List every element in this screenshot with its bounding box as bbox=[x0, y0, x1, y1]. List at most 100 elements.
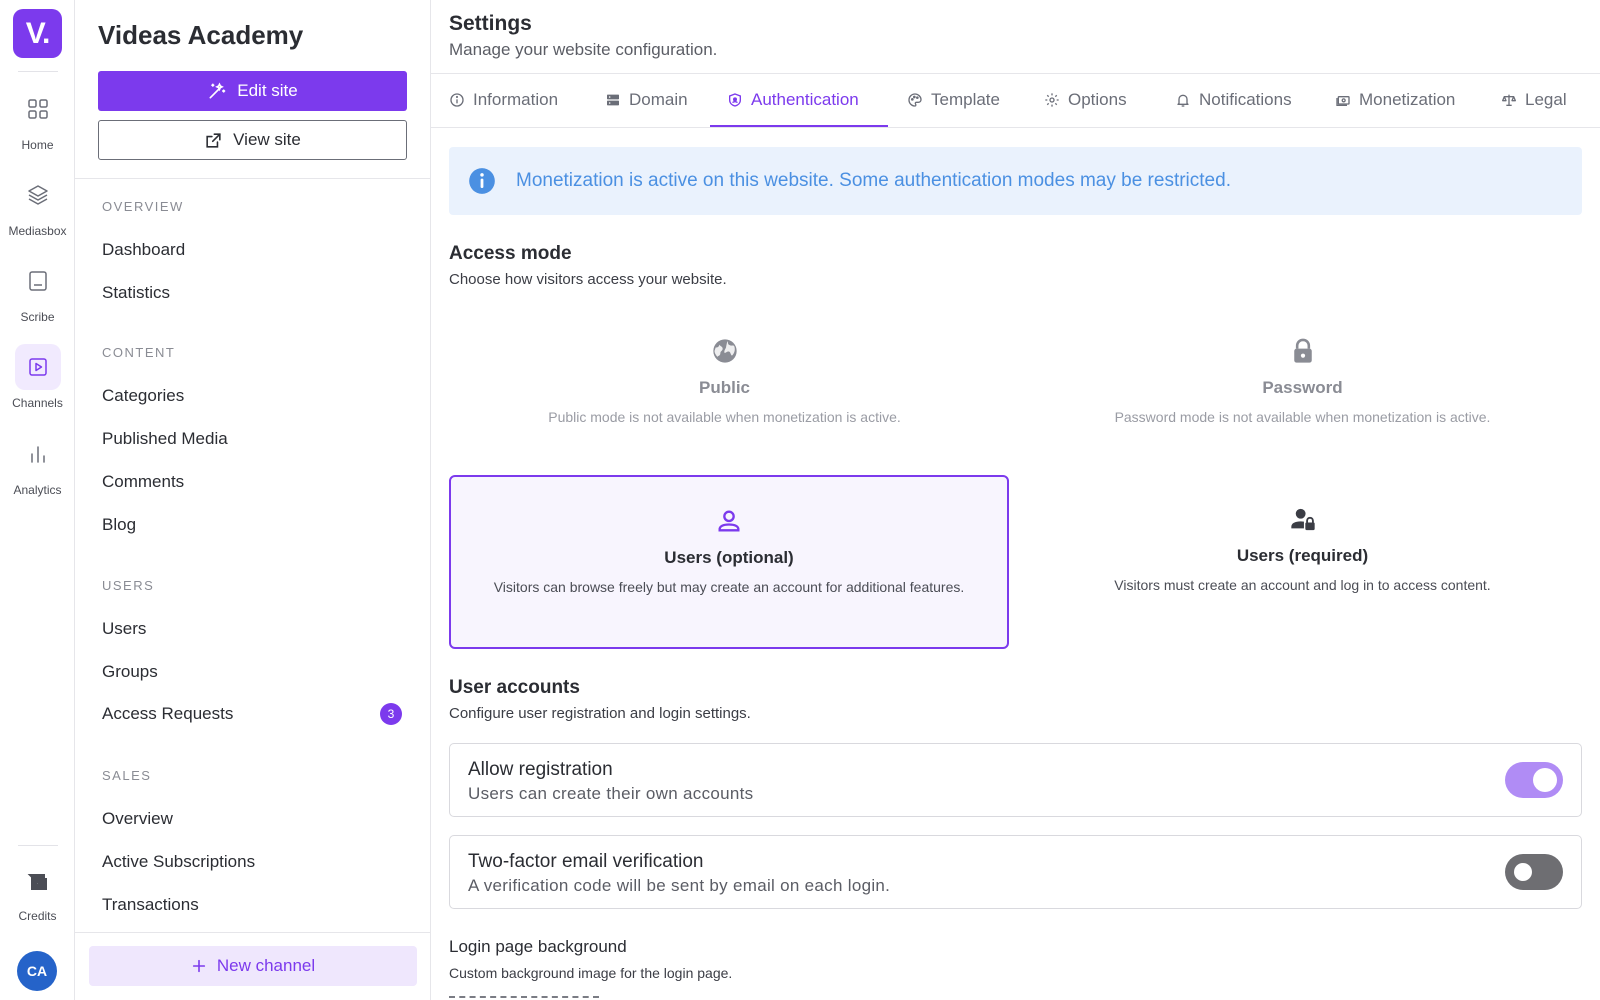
rail-item-scribe[interactable]: Scribe bbox=[0, 258, 75, 324]
nav-item-statistics[interactable]: Statistics bbox=[102, 283, 402, 303]
sidebar-divider bbox=[75, 932, 431, 933]
setting-description: Users can create their own accounts bbox=[468, 784, 754, 803]
mode-title: Password bbox=[1262, 378, 1343, 397]
info-icon bbox=[469, 168, 495, 194]
view-site-button[interactable]: View site bbox=[98, 120, 407, 160]
layers-icon bbox=[15, 172, 61, 218]
rail-divider bbox=[18, 845, 58, 846]
tabs-divider bbox=[431, 73, 1600, 74]
two-factor-toggle[interactable] bbox=[1505, 854, 1563, 890]
tab-label: Notifications bbox=[1199, 90, 1292, 109]
access-mode-public[interactable]: Public Public mode is not available when… bbox=[449, 337, 1000, 428]
plus-icon bbox=[192, 959, 205, 973]
mode-description: Public mode is not available when moneti… bbox=[548, 409, 901, 425]
scale-icon bbox=[1502, 94, 1516, 106]
nav-item-comments[interactable]: Comments bbox=[102, 472, 402, 492]
edit-site-label: Edit site bbox=[237, 81, 298, 100]
tab-template[interactable]: Template bbox=[907, 90, 1000, 110]
tab-label: Legal bbox=[1525, 90, 1567, 109]
user-accounts-description: Configure user registration and login se… bbox=[449, 705, 751, 722]
background-upload-dropzone[interactable] bbox=[449, 996, 599, 1000]
setting-description: A verification code will be sent by emai… bbox=[468, 876, 891, 895]
tab-monetization[interactable]: Monetization bbox=[1335, 90, 1455, 110]
nav-item-categories[interactable]: Categories bbox=[102, 386, 402, 406]
toggle-knob bbox=[1533, 768, 1557, 792]
app-logo[interactable]: V. bbox=[13, 9, 62, 58]
mode-description: Visitors can browse freely but may creat… bbox=[493, 579, 965, 595]
rail-item-mediasbox[interactable]: Mediasbox bbox=[0, 172, 75, 238]
wallet-icon bbox=[15, 863, 61, 903]
mode-title: Users (required) bbox=[1236, 546, 1369, 565]
globe-icon bbox=[712, 339, 737, 363]
nav-item-active-subscriptions[interactable]: Active Subscriptions bbox=[102, 852, 402, 872]
rail-label: Credits bbox=[18, 909, 57, 923]
tab-notifications[interactable]: Notifications bbox=[1175, 90, 1292, 110]
access-mode-users-required[interactable]: Users (required) Visitors must create an… bbox=[1023, 505, 1582, 596]
tab-domain[interactable]: Domain bbox=[605, 90, 688, 110]
login-background-title: Login page background bbox=[449, 937, 627, 956]
rail-divider bbox=[18, 71, 58, 72]
mode-title: Public bbox=[698, 378, 750, 397]
alert-text: Monetization is active on this website. … bbox=[516, 170, 1231, 191]
setting-title: Two-factor email verification bbox=[468, 851, 704, 872]
nav-item-access-requests[interactable]: Access Requests 3 bbox=[102, 703, 402, 725]
tab-label: Authentication bbox=[751, 90, 859, 109]
allow-registration-toggle[interactable] bbox=[1505, 762, 1563, 798]
mode-description: Password mode is not available when mone… bbox=[1114, 409, 1491, 425]
user-avatar[interactable]: CA bbox=[17, 951, 57, 991]
login-background-description: Custom background image for the login pa… bbox=[449, 965, 733, 981]
toggle-knob bbox=[1514, 863, 1532, 881]
palette-icon bbox=[908, 93, 922, 107]
nav-item-blog[interactable]: Blog bbox=[102, 515, 402, 535]
sidebar-divider bbox=[75, 178, 431, 179]
section-heading-sales: SALES bbox=[102, 768, 152, 783]
mode-description: Visitors must create an account and log … bbox=[1114, 577, 1491, 593]
grid-icon bbox=[15, 86, 61, 132]
tab-label: Template bbox=[931, 90, 1000, 109]
bell-icon bbox=[1177, 94, 1189, 107]
tab-information[interactable]: Information bbox=[449, 90, 558, 110]
server-icon bbox=[607, 94, 619, 106]
rail-item-channels[interactable]: Channels bbox=[0, 344, 75, 410]
nav-item-published-media[interactable]: Published Media bbox=[102, 429, 402, 449]
access-requests-count-badge: 3 bbox=[380, 703, 402, 725]
page-title: Settings bbox=[449, 12, 532, 35]
nav-item-groups[interactable]: Groups bbox=[102, 662, 402, 682]
nav-item-dashboard[interactable]: Dashboard bbox=[102, 240, 402, 260]
lock-icon bbox=[1293, 338, 1312, 363]
new-channel-button[interactable]: New channel bbox=[89, 946, 417, 986]
tab-authentication[interactable]: Authentication bbox=[727, 90, 859, 110]
rail-item-home[interactable]: Home bbox=[0, 86, 75, 152]
nav-item-label: Access Requests bbox=[102, 704, 234, 723]
money-icon bbox=[1336, 96, 1350, 106]
nav-item-transactions[interactable]: Transactions bbox=[102, 895, 402, 915]
site-sidebar: Videas Academy Edit site View site OVERV… bbox=[75, 0, 431, 1000]
user-icon bbox=[718, 510, 740, 532]
rail-label: Home bbox=[21, 138, 54, 152]
tab-options[interactable]: Options bbox=[1044, 90, 1127, 110]
monetization-alert: Monetization is active on this website. … bbox=[449, 147, 1582, 215]
rail-item-analytics[interactable]: Analytics bbox=[0, 431, 75, 497]
shield-icon bbox=[729, 93, 741, 107]
magic-wand-icon bbox=[209, 82, 226, 99]
tab-label: Monetization bbox=[1359, 90, 1456, 109]
access-mode-password[interactable]: Password Password mode is not available … bbox=[1023, 337, 1582, 428]
setting-title: Allow registration bbox=[468, 759, 613, 780]
access-mode-description: Choose how visitors access your website. bbox=[449, 271, 727, 288]
app-rail: V. Home Mediasbox Scribe Channels Analyt… bbox=[0, 0, 75, 1000]
nav-item-overview[interactable]: Overview bbox=[102, 809, 402, 829]
access-mode-users-optional[interactable]: Users (optional) Visitors can browse fre… bbox=[449, 475, 1009, 649]
document-icon bbox=[15, 258, 61, 304]
nav-item-users[interactable]: Users bbox=[102, 619, 402, 639]
rail-label: Scribe bbox=[20, 310, 55, 324]
edit-site-button[interactable]: Edit site bbox=[98, 71, 407, 111]
tab-legal[interactable]: Legal bbox=[1501, 90, 1567, 110]
tab-label: Options bbox=[1068, 90, 1127, 109]
info-icon bbox=[450, 93, 464, 107]
tabs-divider bbox=[431, 127, 1600, 128]
mode-title: Users (optional) bbox=[664, 548, 794, 567]
rail-item-credits[interactable]: Credits bbox=[0, 863, 75, 923]
section-heading-overview: OVERVIEW bbox=[102, 199, 184, 214]
user-lock-icon bbox=[1290, 508, 1315, 531]
tab-label: Domain bbox=[629, 90, 688, 109]
